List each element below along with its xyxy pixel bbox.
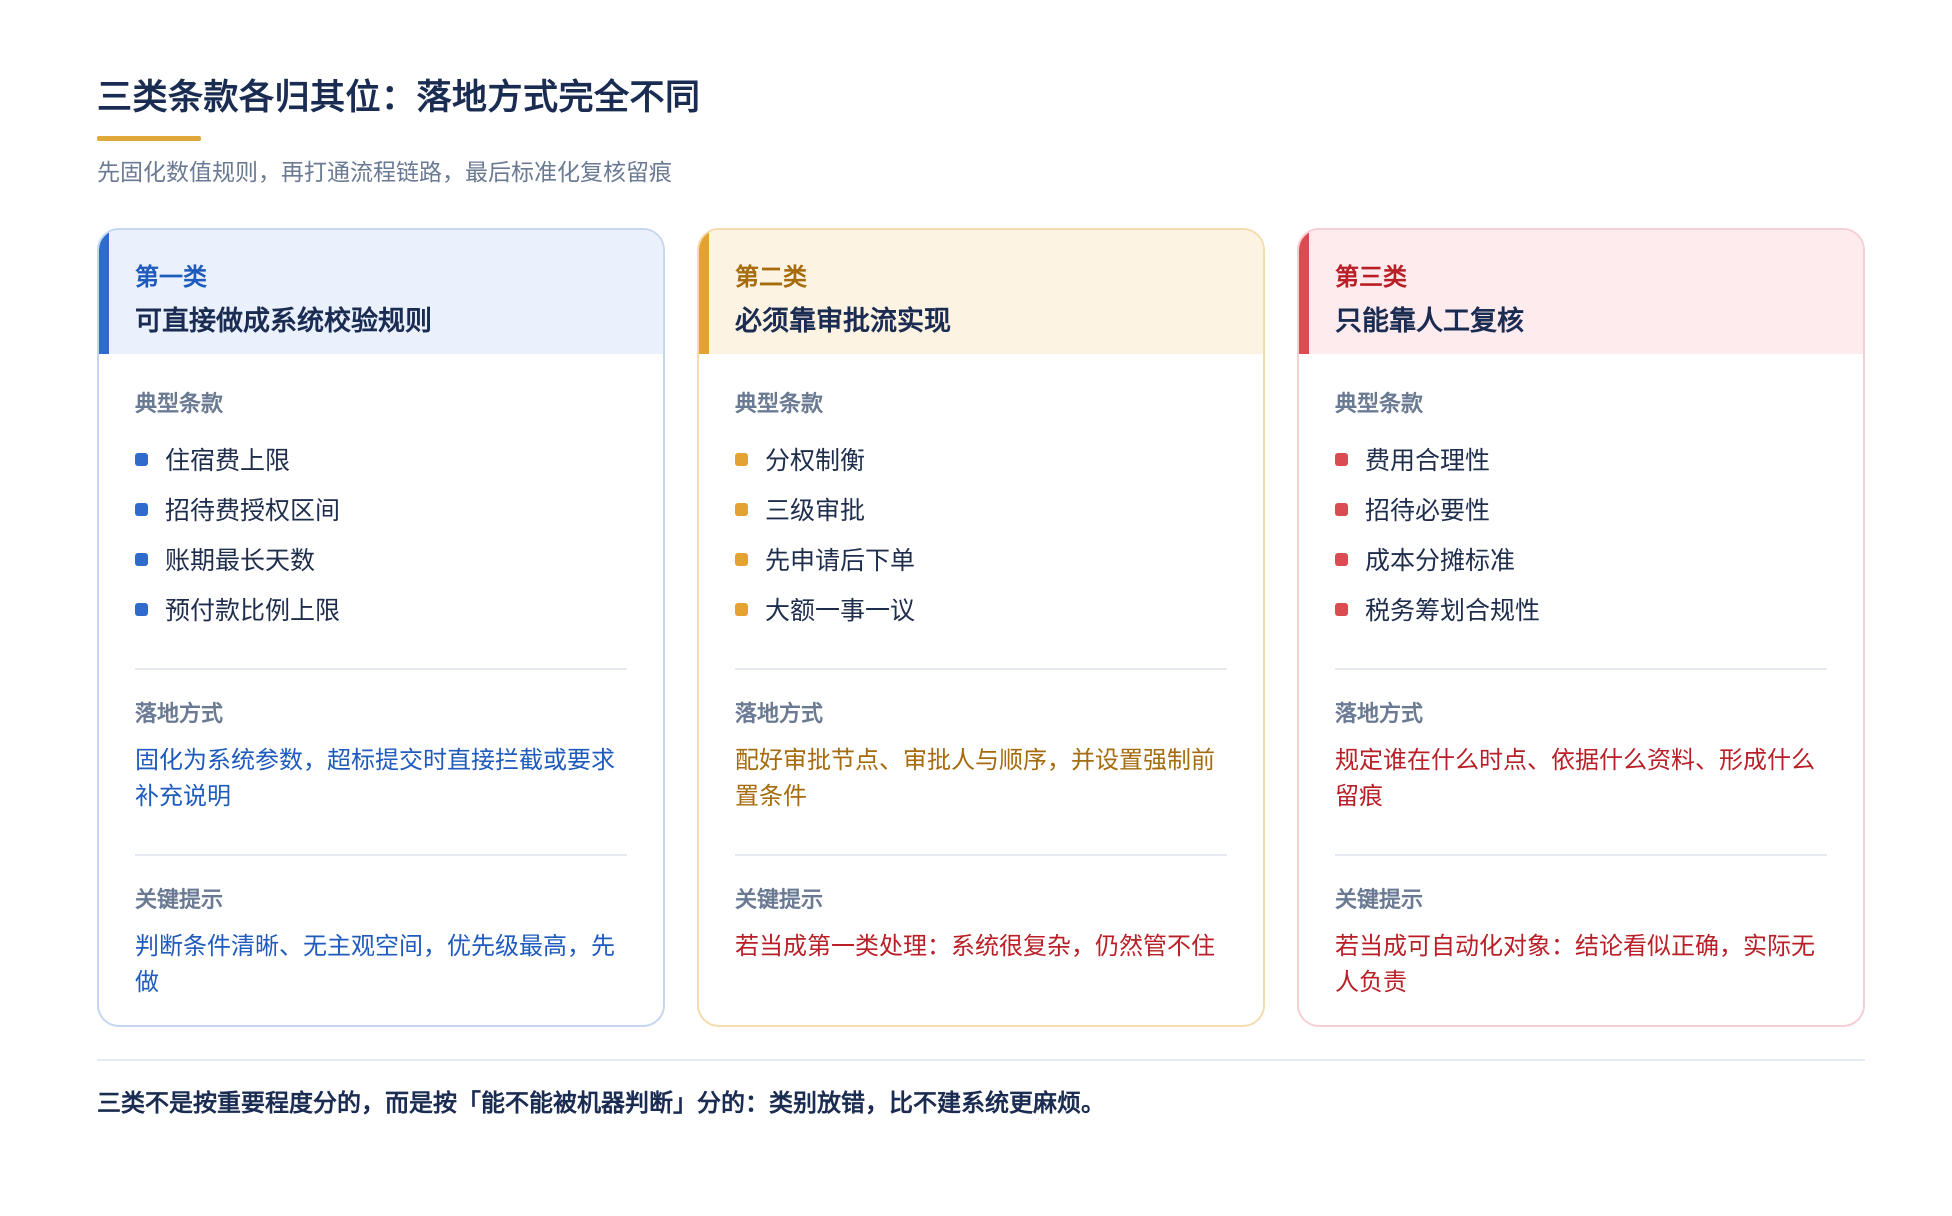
list-item-text: 成本分摊标准 — [1365, 546, 1516, 575]
footer-note: 三类不是按重要程度分的，而是按「能不能被机器判断」分的：类别放错，比不建系统更麻… — [97, 1089, 1105, 1117]
title-underline — [97, 136, 201, 141]
card-header: 第三类 只能靠人工复核 — [1299, 230, 1863, 354]
page-title: 三类条款各归其位：落地方式完全不同 — [97, 78, 701, 118]
bullet-square-icon — [735, 552, 748, 566]
card-kicker: 第三类 — [1335, 263, 1407, 291]
list-item: 先申请后下单 — [735, 534, 1227, 584]
list-item: 成本分摊标准 — [1335, 534, 1827, 584]
list-item: 住宿费上限 — [135, 434, 627, 484]
typical-clauses-label: 典型条款 — [135, 392, 224, 417]
typical-clauses-list: 住宿费上限 招待费授权区间 账期最长天数 预付款比例上限 — [135, 434, 627, 634]
list-item-text: 住宿费上限 — [165, 446, 291, 475]
list-item: 招待费授权区间 — [135, 484, 627, 534]
list-item-text: 费用合理性 — [1365, 446, 1491, 475]
typical-clauses-list: 分权制衡 三级审批 先申请后下单 大额一事一议 — [735, 434, 1227, 634]
tip-label: 关键提示 — [1335, 888, 1424, 913]
method-text: 配好审批节点、审批人与顺序，并设置强制前置条件 — [735, 746, 1215, 810]
method-text: 固化为系统参数，超标提交时直接拦截或要求补充说明 — [135, 746, 615, 810]
page-header: 三类条款各归其位：落地方式完全不同 先固化数值规则，再打通流程链路，最后标准化复… — [97, 74, 1865, 1027]
list-item: 分权制衡 — [735, 434, 1227, 484]
card-body: 典型条款 分权制衡 三级审批 先申请后下单 大额一事一议 落地方式 配好审批节点… — [699, 354, 1263, 1000]
card-title: 必须靠审批流实现 — [735, 306, 951, 337]
bullet-square-icon — [135, 452, 148, 466]
card-body: 典型条款 费用合理性 招待必要性 成本分摊标准 税务筹划合规性 落地方式 规定谁… — [1299, 354, 1863, 1000]
section-divider — [1335, 668, 1827, 670]
tip-label: 关键提示 — [735, 888, 824, 913]
list-item: 招待必要性 — [1335, 484, 1827, 534]
card-header: 第二类 必须靠审批流实现 — [699, 230, 1263, 354]
typical-clauses-label: 典型条款 — [1335, 392, 1424, 417]
section-divider — [135, 668, 627, 670]
tip-text: 若当成可自动化对象：结论看似正确，实际无人负责 — [1335, 932, 1815, 996]
bullet-square-icon — [1335, 602, 1348, 616]
list-item-text: 预付款比例上限 — [165, 596, 341, 625]
method-text: 规定谁在什么时点、依据什么资料、形成什么留痕 — [1335, 746, 1815, 810]
page-subtitle: 先固化数值规则，再打通流程链路，最后标准化复核留痕 — [97, 160, 672, 186]
list-item: 税务筹划合规性 — [1335, 584, 1827, 634]
list-item-text: 大额一事一议 — [765, 596, 916, 625]
method-label: 落地方式 — [135, 702, 224, 727]
card-accent-bar — [699, 230, 709, 354]
tip-text: 若当成第一类处理：系统很复杂，仍然管不住 — [735, 932, 1215, 960]
bullet-square-icon — [135, 552, 148, 566]
card-category-3: 第三类 只能靠人工复核 典型条款 费用合理性 招待必要性 成本分摊标准 税务筹划… — [1297, 228, 1865, 1027]
footer-divider — [97, 1059, 1865, 1061]
bullet-square-icon — [735, 602, 748, 616]
bullet-square-icon — [1335, 502, 1348, 516]
card-accent-bar — [99, 230, 109, 354]
card-header: 第一类 可直接做成系统校验规则 — [99, 230, 663, 354]
list-item-text: 招待必要性 — [1365, 496, 1491, 525]
tip-label: 关键提示 — [135, 888, 224, 913]
list-item-text: 分权制衡 — [765, 446, 866, 475]
section-divider — [735, 854, 1227, 856]
bullet-square-icon — [1335, 452, 1348, 466]
card-title: 可直接做成系统校验规则 — [135, 306, 432, 337]
list-item-text: 税务筹划合规性 — [1365, 596, 1541, 625]
list-item-text: 三级审批 — [765, 496, 866, 525]
method-label: 落地方式 — [1335, 702, 1424, 727]
card-category-1: 第一类 可直接做成系统校验规则 典型条款 住宿费上限 招待费授权区间 账期最长天… — [97, 228, 665, 1027]
card-title: 只能靠人工复核 — [1335, 306, 1524, 337]
card-kicker: 第二类 — [735, 263, 807, 291]
list-item-text: 账期最长天数 — [165, 546, 316, 575]
typical-clauses-list: 费用合理性 招待必要性 成本分摊标准 税务筹划合规性 — [1335, 434, 1827, 634]
bullet-square-icon — [735, 502, 748, 516]
section-divider — [135, 854, 627, 856]
card-kicker: 第一类 — [135, 263, 207, 291]
list-item: 大额一事一议 — [735, 584, 1227, 634]
bullet-square-icon — [135, 602, 148, 616]
list-item: 三级审批 — [735, 484, 1227, 534]
method-label: 落地方式 — [735, 702, 824, 727]
list-item: 预付款比例上限 — [135, 584, 627, 634]
bullet-square-icon — [1335, 552, 1348, 566]
bullet-square-icon — [135, 502, 148, 516]
section-divider — [735, 668, 1227, 670]
tip-text: 判断条件清晰、无主观空间，优先级最高，先做 — [135, 932, 615, 996]
section-divider — [1335, 854, 1827, 856]
card-body: 典型条款 住宿费上限 招待费授权区间 账期最长天数 预付款比例上限 落地方式 固… — [99, 354, 663, 1000]
list-item-text: 招待费授权区间 — [165, 496, 341, 525]
list-item-text: 先申请后下单 — [765, 546, 916, 575]
card-accent-bar — [1299, 230, 1309, 354]
list-item: 费用合理性 — [1335, 434, 1827, 484]
card-category-2: 第二类 必须靠审批流实现 典型条款 分权制衡 三级审批 先申请后下单 大额一事一… — [697, 228, 1265, 1027]
typical-clauses-label: 典型条款 — [735, 392, 824, 417]
bullet-square-icon — [735, 452, 748, 466]
category-cards: 第一类 可直接做成系统校验规则 典型条款 住宿费上限 招待费授权区间 账期最长天… — [97, 228, 1865, 1027]
list-item: 账期最长天数 — [135, 534, 627, 584]
